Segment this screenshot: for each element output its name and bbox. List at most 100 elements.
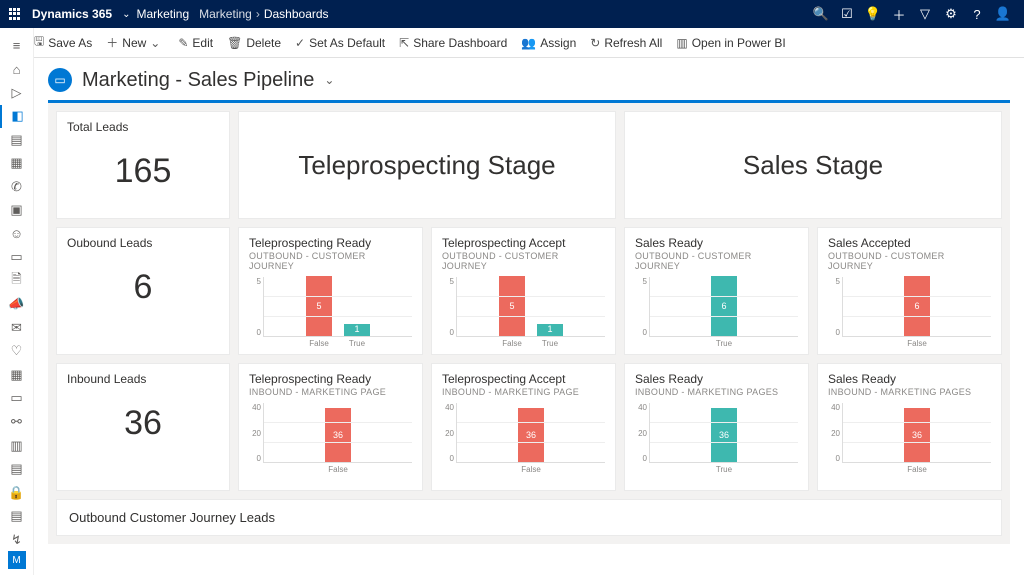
y-tick: 5 <box>643 277 647 286</box>
global-nav: Dynamics 365 ⌄ Marketing Marketing › Das… <box>0 0 1024 28</box>
rail-files-icon[interactable]: 🗎 <box>0 269 34 293</box>
breadcrumb-2[interactable]: Dashboards <box>264 7 329 21</box>
rail-heart-icon[interactable]: ♡ <box>0 340 34 364</box>
share-button[interactable]: ⇱Share Dashboard <box>399 36 507 50</box>
rail-home-icon[interactable]: ⌂ <box>0 58 34 82</box>
y-tick: 0 <box>257 454 261 463</box>
y-tick: 20 <box>638 429 647 438</box>
chart-subtitle: INBOUND - MARKETING PAGES <box>635 387 798 397</box>
edit-button[interactable]: ✎Edit <box>178 36 213 50</box>
set-default-button[interactable]: ✓Set As Default <box>295 36 385 50</box>
area-label[interactable]: Marketing <box>136 7 189 21</box>
rail-report-icon[interactable]: ▤ <box>0 504 34 528</box>
user-badge[interactable]: M <box>8 551 26 569</box>
y-tick: 5 <box>257 277 261 286</box>
tile-inbound-leads[interactable]: Inbound Leads 36 <box>56 363 230 491</box>
rail-form-icon[interactable]: ▥ <box>0 434 34 458</box>
view-selector-chevron-icon[interactable]: ⌄ <box>324 73 334 87</box>
rail-survey-icon[interactable]: ▤ <box>0 457 34 481</box>
section-outbound-journey[interactable]: Outbound Customer Journey Leads <box>56 499 1002 536</box>
app-launcher-icon[interactable] <box>8 7 22 21</box>
user-icon[interactable]: 👤 <box>990 6 1016 22</box>
bar-value: 1 <box>354 324 359 334</box>
bars-area: 36 False <box>842 403 991 463</box>
new-button[interactable]: ＋New⌄ <box>106 34 164 51</box>
y-tick: 40 <box>445 403 454 412</box>
bar: 36 False <box>325 408 351 462</box>
search-icon[interactable]: 🔍 <box>808 6 834 22</box>
chart-r2c1[interactable]: Teleprospecting Ready INBOUND - MARKETIN… <box>238 363 423 491</box>
bars-area: 36 True <box>649 403 798 463</box>
y-tick: 0 <box>836 454 840 463</box>
rail-flow-icon[interactable]: ↯ <box>0 528 34 552</box>
filter-icon[interactable]: ▽ <box>912 6 938 22</box>
rail-lock-icon[interactable]: 🔒 <box>0 481 34 505</box>
rail-contacts-icon[interactable]: ☺ <box>0 222 34 246</box>
chart-subtitle: INBOUND - MARKETING PAGE <box>442 387 605 397</box>
settings-icon[interactable]: ⚙ <box>938 6 964 22</box>
bar: 5 False <box>499 276 525 336</box>
chart-r1c2[interactable]: Teleprospecting Accept OUTBOUND - CUSTOM… <box>431 227 616 355</box>
chart-r1c3[interactable]: Sales Ready OUTBOUND - CUSTOMER JOURNEY … <box>624 227 809 355</box>
tile-total-leads[interactable]: Total Leads 165 <box>56 111 230 219</box>
bar-value: 6 <box>721 301 726 311</box>
chart-r1c1[interactable]: Teleprospecting Ready OUTBOUND - CUSTOME… <box>238 227 423 355</box>
rail-phone-icon[interactable]: ✆ <box>0 175 34 199</box>
tile-stage-teleprospecting[interactable]: Teleprospecting Stage <box>238 111 616 219</box>
add-icon[interactable]: ＋ <box>886 5 912 24</box>
chart-subtitle: INBOUND - MARKETING PAGES <box>828 387 991 397</box>
chart-r2c4[interactable]: Sales Ready INBOUND - MARKETING PAGES 40… <box>817 363 1002 491</box>
tile-stage-sales[interactable]: Sales Stage <box>624 111 1002 219</box>
rail-recent-icon[interactable]: ▷ <box>0 81 34 105</box>
command-bar: 🖫Save As ＋New⌄ ✎Edit 🗑Delete ✓Set As Def… <box>0 28 1024 58</box>
tile-outbound-leads[interactable]: Oubound Leads 6 <box>56 227 230 355</box>
bar-value: 5 <box>509 301 514 311</box>
chart-title: Teleprospecting Ready <box>249 236 412 250</box>
chart-r2c2[interactable]: Teleprospecting Accept INBOUND - MARKETI… <box>431 363 616 491</box>
bar-value: 36 <box>526 430 536 440</box>
y-tick: 40 <box>638 403 647 412</box>
bar-category: False <box>521 465 541 474</box>
rail-dashboards-icon[interactable]: ◧ <box>0 105 34 129</box>
assign-icon: 👥 <box>521 36 536 50</box>
bar: 5 False <box>306 276 332 336</box>
rail-accounts-icon[interactable]: ▭ <box>0 246 34 270</box>
chart-title: Teleprospecting Ready <box>249 372 412 386</box>
rail-mail-icon[interactable]: ✉ <box>0 316 34 340</box>
tile-label: Inbound Leads <box>67 372 219 386</box>
rail-calendar-icon[interactable]: ▦ <box>0 152 34 176</box>
assistant-icon[interactable]: 💡 <box>860 6 886 22</box>
rail-event-icon[interactable]: ▭ <box>0 387 34 411</box>
save-as-button[interactable]: 🖫Save As <box>34 32 92 53</box>
rail-clipboard-icon[interactable]: ▣ <box>0 199 34 223</box>
bar-category: False <box>907 339 927 348</box>
delete-button[interactable]: 🗑Delete <box>227 36 281 50</box>
rail-activities-icon[interactable]: ▤ <box>0 128 34 152</box>
stage-title: Sales Stage <box>743 150 883 181</box>
rail-link-icon[interactable]: ⚯ <box>0 410 34 434</box>
powerbi-icon: ▥ <box>676 36 687 50</box>
y-tick: 20 <box>445 429 454 438</box>
task-icon[interactable]: ☑ <box>834 6 860 22</box>
breadcrumb-1[interactable]: Marketing <box>199 7 252 21</box>
chevron-down-icon[interactable]: ⌄ <box>122 9 130 20</box>
chart-subtitle: OUTBOUND - CUSTOMER JOURNEY <box>828 251 991 271</box>
refresh-button[interactable]: ↻Refresh All <box>590 36 662 50</box>
y-tick: 0 <box>257 328 261 337</box>
bar: 6 True <box>711 276 737 336</box>
assign-button[interactable]: 👥Assign <box>521 36 576 50</box>
chart-r2c3[interactable]: Sales Ready INBOUND - MARKETING PAGES 40… <box>624 363 809 491</box>
rail-menu-icon[interactable]: ≡ <box>0 34 34 58</box>
bar: 36 True <box>711 408 737 462</box>
dashboard-canvas: Total Leads 165 Teleprospecting Stage Sa… <box>48 100 1010 544</box>
rail-announce-icon[interactable]: 📣 <box>0 293 34 317</box>
bars-area: 36 False <box>456 403 605 463</box>
rail-grid-icon[interactable]: ▦ <box>0 363 34 387</box>
chart-r1c4[interactable]: Sales Accepted OUTBOUND - CUSTOMER JOURN… <box>817 227 1002 355</box>
powerbi-button[interactable]: ▥Open in Power BI <box>676 36 785 50</box>
brand-label[interactable]: Dynamics 365 <box>32 7 112 21</box>
help-icon[interactable]: ? <box>964 7 990 22</box>
bar: 36 False <box>904 408 930 462</box>
pencil-icon: ✎ <box>178 36 188 50</box>
stage-title: Teleprospecting Stage <box>298 150 555 181</box>
